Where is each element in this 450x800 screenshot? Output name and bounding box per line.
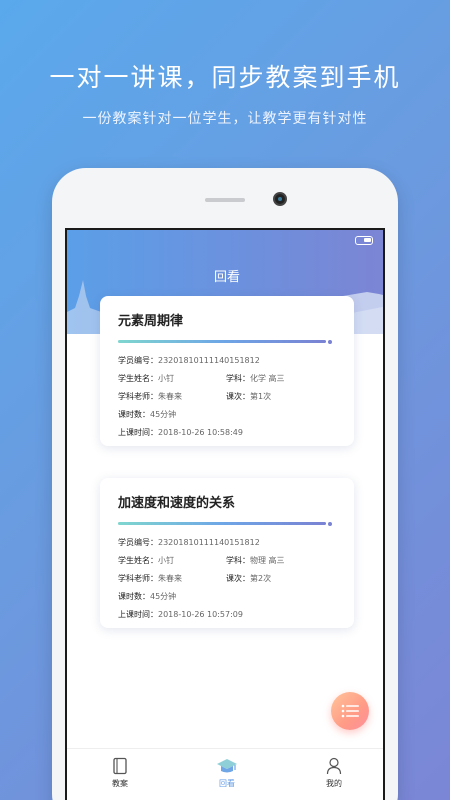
user-icon xyxy=(326,757,342,775)
lesson-progress-bar xyxy=(118,339,332,344)
subject-label: 学科： xyxy=(226,555,250,565)
page-title: 回看 xyxy=(213,270,240,285)
class-time-label: 上课时间： xyxy=(118,427,158,437)
student-id-value: 23201810111140151812 xyxy=(158,537,260,547)
tab-label: 我的 xyxy=(326,779,342,788)
lesson-info: 学员编号： 23201810111140151812 学生姓名：小钉 学科：化学… xyxy=(118,351,336,441)
info-row-teacher-session: 学科老师：朱春来 课次：第2次 xyxy=(118,569,336,587)
subject-value: 化学 高三 xyxy=(250,373,285,383)
bottom-tab-bar: 教案 回看 我的 xyxy=(67,748,383,800)
lesson-info: 学员编号： 23201810111140151812 学生姓名：小钉 学科：物理… xyxy=(118,533,336,623)
info-row-duration: 课时数： 45分钟 xyxy=(118,587,336,605)
info-row-name-subject: 学生姓名：小钉 学科：物理 高三 xyxy=(118,551,336,569)
subject-value: 物理 高三 xyxy=(250,555,285,565)
student-id-value: 23201810111140151812 xyxy=(158,355,260,365)
class-time-value: 2018-10-26 10:57:09 xyxy=(158,609,243,619)
student-name-label: 学生姓名： xyxy=(118,373,158,383)
session-value: 第1次 xyxy=(250,391,272,401)
lesson-progress-bar xyxy=(118,521,332,526)
info-row-class-time: 上课时间： 2018-10-26 10:58:49 xyxy=(118,423,336,441)
class-time-value: 2018-10-26 10:58:49 xyxy=(158,427,243,437)
menu-fab-button[interactable] xyxy=(331,692,369,730)
tab-label: 教案 xyxy=(112,779,128,788)
duration-label: 课时数： xyxy=(118,409,150,419)
tab-label: 回看 xyxy=(219,779,235,788)
student-name-label: 学生姓名： xyxy=(118,555,158,565)
progress-end-dot xyxy=(328,521,332,526)
book-icon xyxy=(113,757,127,775)
lesson-card[interactable]: 加速度和速度的关系 学员编号： 23201810111140151812 学生姓… xyxy=(100,478,354,628)
duration-value: 45分钟 xyxy=(150,591,177,601)
progress-fill xyxy=(118,340,326,343)
info-row-name-subject: 学生姓名：小钉 学科：化学 高三 xyxy=(118,369,336,387)
info-row-student-id: 学员编号： 23201810111140151812 xyxy=(118,533,336,551)
teacher-label: 学科老师： xyxy=(118,391,158,401)
student-name-value: 小钉 xyxy=(158,373,174,383)
student-name-value: 小钉 xyxy=(158,555,174,565)
promo-title: 一对一讲课，同步教案到手机 xyxy=(49,63,401,92)
phone-mockup: 回看 元素周期律 学员编号： 23201810111140151812 学生姓名… xyxy=(52,168,398,800)
lesson-card[interactable]: 元素周期律 学员编号： 23201810111140151812 学生姓名：小钉… xyxy=(100,296,354,446)
list-icon xyxy=(341,704,359,718)
info-row-duration: 课时数： 45分钟 xyxy=(118,405,336,423)
teacher-value: 朱春来 xyxy=(158,573,182,583)
teacher-label: 学科老师： xyxy=(118,573,158,583)
phone-screen: 回看 元素周期律 学员编号： 23201810111140151812 学生姓名… xyxy=(65,228,385,800)
session-value: 第2次 xyxy=(250,573,272,583)
battery-icon xyxy=(355,236,373,245)
phone-speaker xyxy=(205,198,245,202)
student-id-label: 学员编号： xyxy=(118,355,158,365)
info-row-teacher-session: 学科老师：朱春来 课次：第1次 xyxy=(118,387,336,405)
info-row-student-id: 学员编号： 23201810111140151812 xyxy=(118,351,336,369)
session-label: 课次： xyxy=(226,391,250,401)
promo-subtitle: 一份教案针对一位学生，让教学更有针对性 xyxy=(82,111,368,127)
tab-mine[interactable]: 我的 xyxy=(304,757,364,789)
subject-label: 学科： xyxy=(226,373,250,383)
lesson-title: 加速度和速度的关系 xyxy=(118,496,236,511)
teacher-value: 朱春来 xyxy=(158,391,182,401)
tab-lesson-plans[interactable]: 教案 xyxy=(90,757,150,789)
class-time-label: 上课时间： xyxy=(118,609,158,619)
duration-label: 课时数： xyxy=(118,591,150,601)
lesson-title: 元素周期律 xyxy=(118,314,184,329)
phone-camera xyxy=(273,192,287,206)
session-label: 课次： xyxy=(226,573,250,583)
graduation-cap-icon xyxy=(217,759,237,773)
student-id-label: 学员编号： xyxy=(118,537,158,547)
info-row-class-time: 上课时间： 2018-10-26 10:57:09 xyxy=(118,605,336,623)
progress-fill xyxy=(118,522,326,525)
progress-end-dot xyxy=(328,339,332,344)
duration-value: 45分钟 xyxy=(150,409,177,419)
tab-review[interactable]: 回看 xyxy=(197,757,257,789)
